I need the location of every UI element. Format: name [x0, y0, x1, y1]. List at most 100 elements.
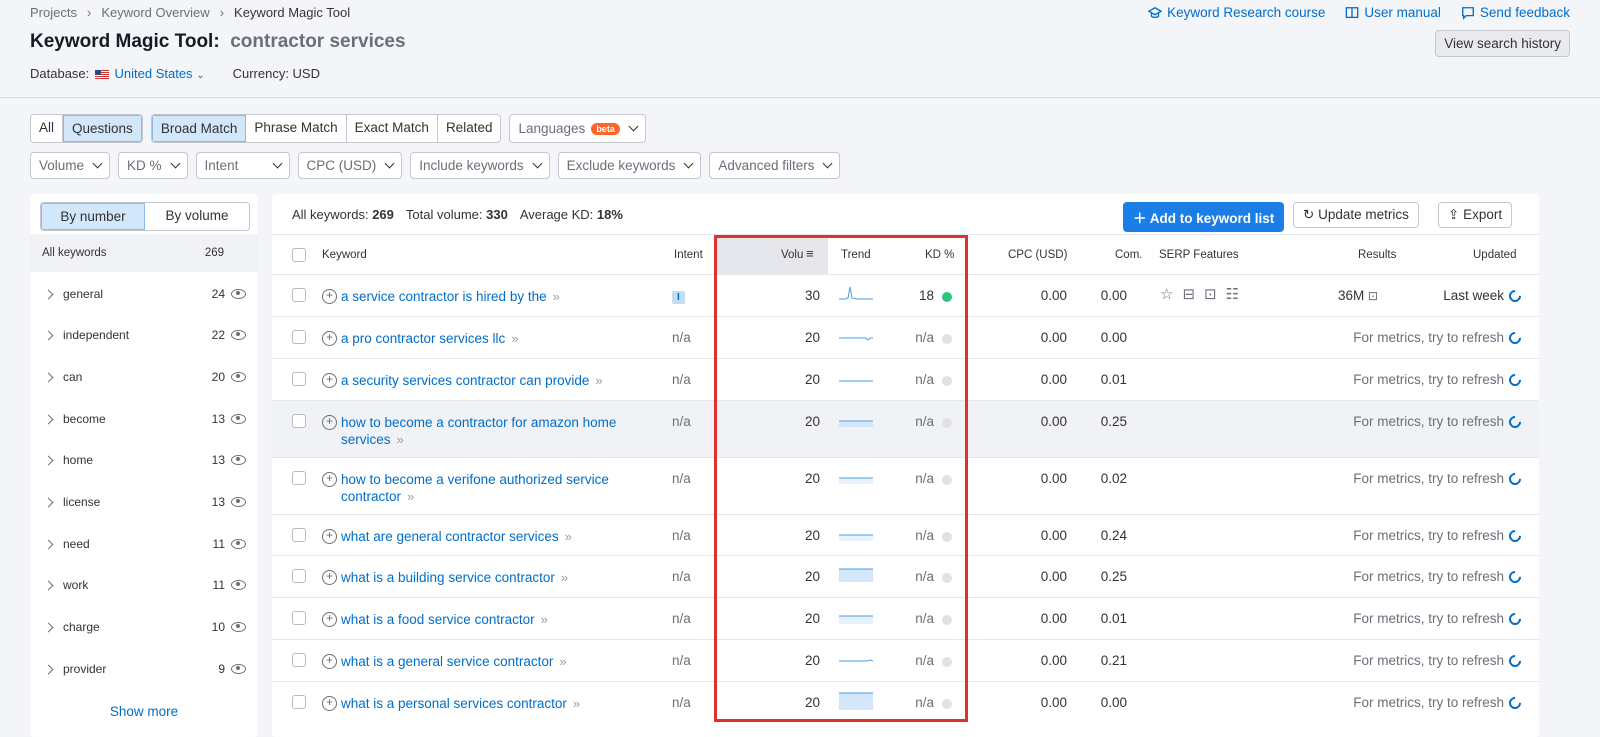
advanced-filters[interactable]: Advanced filters: [709, 152, 841, 179]
eye-icon[interactable]: [231, 372, 246, 382]
group-item[interactable]: can 20: [30, 357, 258, 397]
reviews-icon[interactable]: ⊡: [1204, 285, 1217, 303]
row-checkbox[interactable]: [292, 653, 306, 667]
eye-icon[interactable]: [231, 330, 246, 340]
row-checkbox[interactable]: [292, 569, 306, 583]
keyword-link[interactable]: how to become a contractor for amazon ho…: [322, 414, 652, 448]
sort-desc-icon[interactable]: ≡: [806, 246, 814, 261]
double-chevron-icon[interactable]: »: [397, 432, 404, 447]
star-icon[interactable]: ☆: [1160, 285, 1173, 303]
keyword-link[interactable]: a service contractor is hired by the»: [322, 288, 652, 305]
double-chevron-icon[interactable]: »: [573, 696, 580, 711]
refresh-icon[interactable]: [1506, 287, 1524, 304]
refresh-icon[interactable]: [1506, 329, 1524, 346]
eye-icon[interactable]: [231, 622, 246, 632]
include-keywords-filter[interactable]: Include keywords: [410, 152, 550, 179]
group-item[interactable]: charge 10: [30, 607, 258, 647]
col-com[interactable]: Com.: [1115, 249, 1142, 261]
keyword-link[interactable]: what is a food service contractor»: [322, 611, 652, 628]
double-chevron-icon[interactable]: »: [541, 612, 548, 627]
double-chevron-icon[interactable]: »: [511, 331, 518, 346]
intent-filter[interactable]: Intent: [195, 152, 290, 179]
database-selector[interactable]: United States ⌄: [115, 66, 205, 81]
eye-icon[interactable]: [231, 497, 246, 507]
add-to-keyword-list-button[interactable]: ＋ Add to keyword list: [1123, 202, 1285, 232]
update-metrics-button[interactable]: ↻ Update metrics: [1293, 202, 1419, 228]
keyword-link[interactable]: what is a building service contractor»: [322, 569, 652, 586]
row-checkbox[interactable]: [292, 611, 306, 625]
export-button[interactable]: ⇪ Export: [1438, 202, 1513, 228]
double-chevron-icon[interactable]: »: [559, 654, 566, 669]
refresh-icon[interactable]: [1506, 413, 1524, 430]
show-more-link[interactable]: Show more: [30, 704, 258, 719]
row-checkbox[interactable]: [292, 288, 306, 302]
row-checkbox[interactable]: [292, 471, 306, 485]
double-chevron-icon[interactable]: »: [407, 489, 414, 504]
eye-icon[interactable]: [231, 539, 246, 549]
breadcrumb-projects[interactable]: Projects: [30, 5, 77, 20]
group-item[interactable]: general 24: [30, 274, 258, 314]
tab-broad-match[interactable]: Broad Match: [151, 115, 247, 142]
sitelinks-icon[interactable]: ⊟: [1182, 285, 1195, 303]
view-search-history-button[interactable]: View search history: [1435, 30, 1570, 57]
col-kd[interactable]: KD %: [925, 249, 954, 261]
double-chevron-icon[interactable]: »: [565, 529, 572, 544]
col-intent[interactable]: Intent: [674, 249, 703, 261]
group-item[interactable]: work 11: [30, 565, 258, 605]
row-checkbox[interactable]: [292, 528, 306, 542]
row-checkbox[interactable]: [292, 372, 306, 386]
user-manual-link[interactable]: User manual: [1345, 5, 1441, 20]
group-item[interactable]: independent 22: [30, 315, 258, 355]
eye-icon[interactable]: [231, 289, 246, 299]
cpc-filter[interactable]: CPC (USD): [297, 152, 403, 179]
col-cpc[interactable]: CPC (USD): [1008, 249, 1067, 261]
by-number-button[interactable]: By number: [41, 203, 145, 230]
keyword-link[interactable]: a pro contractor services llc»: [322, 330, 652, 347]
keyword-link[interactable]: what is a personal services contractor»: [322, 695, 652, 712]
keyword-link[interactable]: how to become a verifone authorized serv…: [322, 471, 652, 505]
breadcrumb-keyword-overview[interactable]: Keyword Overview: [101, 5, 209, 20]
tab-exact-match[interactable]: Exact Match: [347, 115, 438, 142]
refresh-icon[interactable]: [1506, 610, 1524, 627]
tab-phrase-match[interactable]: Phrase Match: [246, 115, 347, 142]
group-item[interactable]: need 11: [30, 524, 258, 564]
eye-icon[interactable]: [231, 580, 246, 590]
eye-icon[interactable]: [231, 414, 246, 424]
double-chevron-icon[interactable]: »: [595, 373, 602, 388]
volume-filter[interactable]: Volume: [30, 152, 111, 179]
select-all-checkbox[interactable]: [292, 248, 306, 262]
refresh-icon[interactable]: [1506, 470, 1524, 487]
serp-search-icon[interactable]: ⊡: [1368, 289, 1378, 303]
eye-icon[interactable]: [231, 664, 246, 674]
list-icon[interactable]: ☷: [1226, 285, 1239, 303]
keyword-link[interactable]: what are general contractor services»: [322, 528, 652, 545]
col-results[interactable]: Results: [1358, 249, 1396, 261]
group-item[interactable]: home 13: [30, 440, 258, 480]
group-item[interactable]: license 13: [30, 482, 258, 522]
keyword-research-course-link[interactable]: Keyword Research course: [1148, 5, 1325, 20]
keyword-link[interactable]: a security services contractor can provi…: [322, 372, 652, 389]
double-chevron-icon[interactable]: »: [553, 289, 560, 304]
tab-all[interactable]: All: [31, 115, 64, 142]
all-keywords-group[interactable]: All keywords 269: [30, 234, 258, 272]
row-checkbox[interactable]: [292, 414, 306, 428]
exclude-keywords-filter[interactable]: Exclude keywords: [557, 152, 702, 179]
refresh-icon[interactable]: [1506, 527, 1524, 544]
refresh-icon[interactable]: [1506, 652, 1524, 669]
tab-related[interactable]: Related: [438, 115, 501, 142]
refresh-icon[interactable]: [1506, 568, 1524, 585]
kd-filter[interactable]: KD %: [118, 152, 188, 179]
by-volume-button[interactable]: By volume: [145, 203, 249, 230]
group-item[interactable]: provider 9: [30, 649, 258, 689]
double-chevron-icon[interactable]: »: [561, 570, 568, 585]
row-checkbox[interactable]: [292, 330, 306, 344]
languages-dropdown[interactable]: Languages beta: [509, 114, 646, 143]
keyword-link[interactable]: what is a general service contractor»: [322, 653, 652, 670]
send-feedback-link[interactable]: Send feedback: [1461, 5, 1570, 20]
tab-questions[interactable]: Questions: [63, 115, 142, 142]
row-checkbox[interactable]: [292, 695, 306, 709]
group-item[interactable]: become 13: [30, 399, 258, 439]
eye-icon[interactable]: [231, 455, 246, 465]
refresh-icon[interactable]: [1506, 694, 1524, 711]
refresh-icon[interactable]: [1506, 371, 1524, 388]
